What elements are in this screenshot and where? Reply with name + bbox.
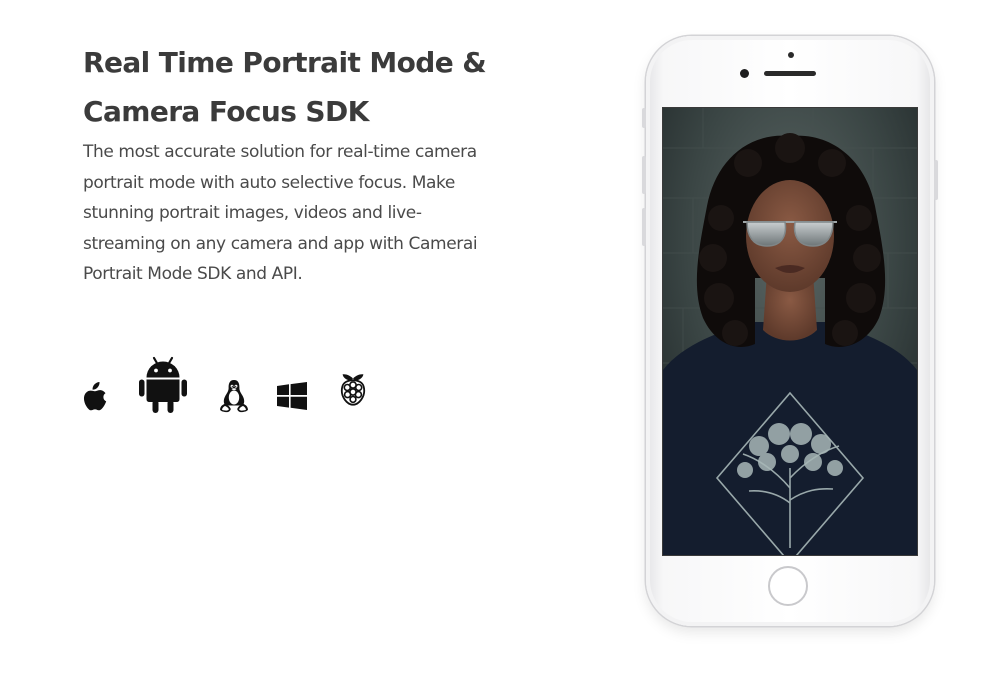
phone-volume-down	[642, 208, 646, 246]
raspberry-pi-icon	[340, 374, 366, 406]
apple-icon	[83, 382, 107, 411]
phone-power-button	[934, 160, 938, 200]
phone-proximity-sensor	[788, 52, 794, 58]
phone-mockup	[642, 36, 938, 626]
description-line-3: stunning portrait images, videos and liv…	[83, 203, 422, 223]
description-line-4: streaming on any camera and app with Cam…	[83, 233, 478, 254]
phone-earpiece	[764, 71, 816, 76]
product-description: The most accurate solution for real-time…	[83, 137, 503, 290]
description-line-1: The most accurate solution for real-time…	[83, 142, 477, 162]
android-icon	[139, 356, 187, 413]
linux-icon	[220, 380, 248, 413]
phone-mute-switch	[642, 108, 646, 128]
description-line-5: Portrait Mode SDK and API.	[83, 264, 303, 284]
phone-home-button	[768, 566, 808, 606]
portrait-photo	[663, 108, 917, 555]
phone-screen	[662, 107, 918, 556]
windows-icon	[277, 382, 307, 410]
description-line-2: portrait mode with auto selective focus.…	[83, 172, 455, 193]
phone-volume-up	[642, 156, 646, 194]
title-line-1: Real Time Portrait Mode &	[83, 46, 487, 79]
supported-platforms	[80, 352, 380, 422]
page-title: Real Time Portrait Mode & Camera Focus S…	[83, 38, 523, 136]
phone-front-camera	[740, 69, 749, 78]
title-line-2: Camera Focus SDK	[83, 95, 369, 128]
